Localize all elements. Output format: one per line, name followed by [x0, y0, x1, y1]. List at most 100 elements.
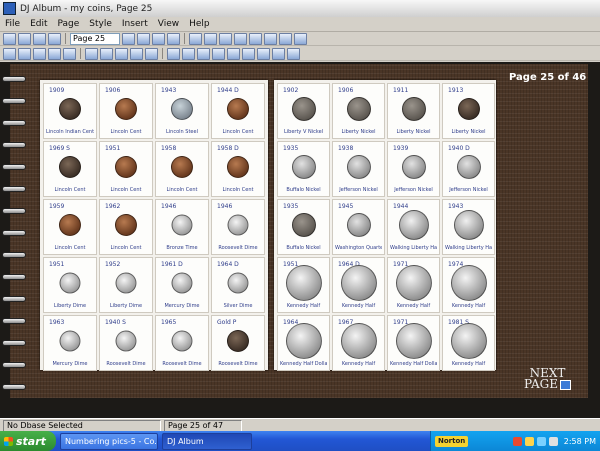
coin-holder[interactable]: 1974 Kennedy Half	[442, 257, 495, 313]
coin-holder[interactable]: Gold P Roosevelt Dime	[211, 315, 265, 371]
undo-icon[interactable]	[48, 47, 61, 60]
insert-image-icon[interactable]	[182, 47, 195, 60]
start-button[interactable]: start	[0, 431, 56, 451]
coin-holder[interactable]: 1935 Buffalo Nickel	[277, 141, 330, 197]
redo-icon[interactable]	[63, 47, 76, 60]
coin-holder[interactable]: 1965 Roosevelt Dime	[155, 315, 209, 371]
font-color-icon[interactable]	[145, 47, 158, 60]
coin-date: 1965	[161, 319, 177, 326]
coin-holder[interactable]: 1951 Kennedy Half	[277, 257, 330, 313]
menu-help[interactable]: Help	[184, 19, 215, 29]
coin-holder[interactable]: 1943 Lincoln Steel	[155, 83, 209, 139]
table-icon[interactable]	[249, 32, 262, 45]
grid-icon[interactable]	[204, 32, 217, 45]
coin-holder[interactable]: 1967 Kennedy Half	[332, 315, 385, 371]
security-icon[interactable]	[524, 436, 534, 446]
coin-holder[interactable]: 1971 Kennedy Half Dollar	[387, 315, 440, 371]
paste-icon[interactable]	[33, 47, 46, 60]
menu-file[interactable]: File	[0, 19, 25, 29]
coin-holder[interactable]: 1951 Lincoln Cent	[99, 141, 153, 197]
zoom-icon[interactable]	[189, 32, 202, 45]
prev-page-icon[interactable]	[137, 32, 150, 45]
align-left-icon[interactable]	[85, 47, 98, 60]
coin-holder[interactable]: 1959 Lincoln Cent	[43, 199, 97, 255]
save-icon[interactable]	[18, 32, 31, 45]
first-page-icon[interactable]	[122, 32, 135, 45]
coin-holder[interactable]: 1946 Roosevelt Dime	[211, 199, 265, 255]
open-icon[interactable]	[3, 32, 16, 45]
menu-style[interactable]: Style	[84, 19, 117, 29]
menu-edit[interactable]: Edit	[25, 19, 52, 29]
coin-image	[227, 155, 249, 178]
norton-badge[interactable]: Norton	[435, 435, 469, 447]
preview-icon[interactable]	[48, 32, 61, 45]
next-page-button[interactable]: NEXT PAGE	[524, 367, 571, 390]
coin-holder[interactable]: 1958 D Lincoln Cent	[211, 141, 265, 197]
arrow-icon[interactable]	[272, 47, 285, 60]
coin-holder[interactable]: 1940 D Jefferson Nickel	[442, 141, 495, 197]
coin-holder[interactable]: 1946 Bronze Time	[155, 199, 209, 255]
coin-holder[interactable]: 1944 Walking Liberty Half	[387, 199, 440, 255]
coin-holder[interactable]: 1958 Lincoln Cent	[155, 141, 209, 197]
line-icon[interactable]	[257, 47, 270, 60]
insert-text-icon[interactable]	[167, 47, 180, 60]
coin-holder[interactable]: 1962 Lincoln Cent	[99, 199, 153, 255]
rectangle-icon[interactable]	[287, 47, 300, 60]
coin-holder[interactable]: 1969 S Lincoln Cent	[43, 141, 97, 197]
coin-label: Roosevelt Dime	[162, 361, 202, 367]
coin-holder[interactable]: 1906 Lincoln Cent	[99, 83, 153, 139]
refresh-icon[interactable]	[234, 32, 247, 45]
volume-icon[interactable]	[548, 436, 558, 446]
menu-page[interactable]: Page	[53, 19, 85, 29]
info-icon[interactable]	[294, 32, 307, 45]
coin-holder[interactable]: 1981 S Kennedy Half	[442, 315, 495, 371]
taskbar-item-dj-album[interactable]: DJ Album	[162, 432, 252, 450]
antivirus-icon[interactable]	[512, 436, 522, 446]
coin-holder[interactable]: 1964 D Kennedy Half	[332, 257, 385, 313]
coin-holder[interactable]: 1943 Walking Liberty Half	[442, 199, 495, 255]
coin-holder[interactable]: 1963 Mercury Dime	[43, 315, 97, 371]
coin-holder[interactable]: 1909 Lincoln Indian Cent	[43, 83, 97, 139]
coin-holder[interactable]: 1911 Liberty Nickel	[387, 83, 440, 139]
binder-ring	[2, 98, 26, 104]
coin-label: Liberty Dime	[53, 303, 87, 309]
cut-icon[interactable]	[3, 47, 16, 60]
network-icon[interactable]	[536, 436, 546, 446]
coin-holder[interactable]: 1961 D Mercury Dime	[155, 257, 209, 313]
menu-view[interactable]: View	[153, 19, 184, 29]
coin-holder[interactable]: 1902 Liberty V Nickel	[277, 83, 330, 139]
link-icon[interactable]	[264, 32, 277, 45]
coin-holder[interactable]: 1952 Liberty Dime	[99, 257, 153, 313]
crop-icon[interactable]	[242, 47, 255, 60]
align-center-icon[interactable]	[100, 47, 113, 60]
coin-holder[interactable]: 1938 Jefferson Nickel	[332, 141, 385, 197]
last-page-icon[interactable]	[167, 32, 180, 45]
help-icon[interactable]	[279, 32, 292, 45]
coin-label: Washington Quarter	[335, 245, 382, 251]
coin-holder[interactable]: 1944 D Lincoln Cent	[211, 83, 265, 139]
coin-date: 1909	[49, 87, 65, 94]
page-selector[interactable]: Page 25	[70, 32, 120, 45]
menu-insert[interactable]: Insert	[117, 19, 153, 29]
coin-holder[interactable]: 1964 Kennedy Half Dollar	[277, 315, 330, 371]
font-icon[interactable]	[130, 47, 143, 60]
coin-holder[interactable]: 1945 Washington Quarter	[332, 199, 385, 255]
insert-shape-icon[interactable]	[197, 47, 210, 60]
coin-image	[340, 264, 377, 301]
coin-holder[interactable]: 1951 Liberty Dime	[43, 257, 97, 313]
coin-holder[interactable]: 1940 S Roosevelt Dime	[99, 315, 153, 371]
coin-holder[interactable]: 1913 Liberty Nickel	[442, 83, 495, 139]
coin-holder[interactable]: 1971 Kennedy Half	[387, 257, 440, 313]
rotate-right-icon[interactable]	[227, 47, 240, 60]
coin-holder[interactable]: 1935 Buffalo Nickel	[277, 199, 330, 255]
coin-holder[interactable]: 1964 D Silver Dime	[211, 257, 265, 313]
print-icon[interactable]	[33, 32, 46, 45]
image-icon[interactable]	[219, 32, 232, 45]
taskbar-item-numbering[interactable]: Numbering pics-5 - Co...	[60, 432, 158, 450]
align-right-icon[interactable]	[115, 47, 128, 60]
coin-holder[interactable]: 1939 Jefferson Nickel	[387, 141, 440, 197]
rotate-left-icon[interactable]	[212, 47, 225, 60]
coin-holder[interactable]: 1906 Liberty Nickel	[332, 83, 385, 139]
copy-icon[interactable]	[18, 47, 31, 60]
next-page-icon[interactable]	[152, 32, 165, 45]
